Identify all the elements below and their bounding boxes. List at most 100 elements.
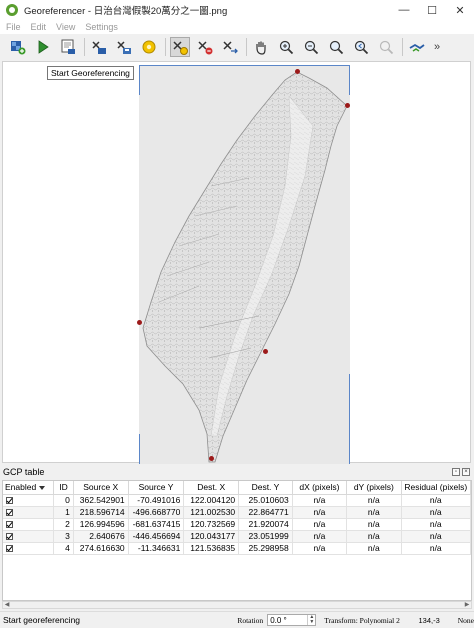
column-header-id[interactable]: ID [53, 481, 74, 495]
dest-y-cell[interactable]: 23.051999 [238, 530, 293, 543]
save-gcp-points-button[interactable] [114, 37, 134, 57]
source-y-cell[interactable]: -496.668770 [128, 506, 185, 519]
enabled-cell[interactable] [3, 530, 55, 543]
add-point-button[interactable] [170, 37, 190, 57]
srs-label[interactable]: None [458, 616, 474, 625]
id-cell: 1 [53, 506, 74, 519]
table-row[interactable]: 0 362.542901 -70.491016 122.004120 25.01… [3, 494, 471, 507]
dest-x-cell[interactable]: 121.536835 [183, 542, 240, 555]
raster-map-image [139, 66, 350, 464]
gcp-point-1[interactable] [263, 349, 268, 354]
dest-y-cell[interactable]: 22.864771 [238, 506, 293, 519]
toolbar-separator [84, 38, 85, 56]
spin-arrows-icon[interactable]: ▲ ▼ [307, 615, 315, 625]
georeferencer-canvas[interactable] [2, 61, 471, 464]
dest-x-cell[interactable]: 120.043177 [183, 530, 240, 543]
status-bar: Start georeferencing Rotation 0.0 ° ▲ ▼ T… [0, 611, 474, 628]
column-header-source-y[interactable]: Source Y [128, 481, 185, 495]
gcp-point-4[interactable] [345, 103, 350, 108]
enabled-cell[interactable] [3, 518, 55, 531]
source-x-cell[interactable]: 362.542901 [73, 494, 129, 507]
menu-settings[interactable]: Settings [85, 22, 118, 32]
enabled-checkbox[interactable] [6, 545, 13, 553]
link-georeferencer-button[interactable] [407, 37, 427, 57]
column-header-dy[interactable]: dY (pixels) [346, 481, 402, 495]
source-x-cell[interactable]: 218.596714 [73, 506, 129, 519]
zoom-in-button[interactable] [276, 37, 296, 57]
rotation-spinbox[interactable]: 0.0 ° ▲ ▼ [267, 614, 317, 626]
source-x-cell[interactable]: 126.994596 [73, 518, 129, 531]
dest-y-cell[interactable]: 25.298958 [238, 542, 293, 555]
zoom-last-button[interactable] [351, 37, 371, 57]
column-header-enabled[interactable]: Enabled [3, 481, 55, 495]
dest-y-cell[interactable]: 21.920074 [238, 518, 293, 531]
sort-down-icon [39, 486, 46, 490]
zoom-next-button[interactable] [376, 37, 396, 57]
gcp-table[interactable]: Enabled ID Source X Source Y Dest. X Des… [2, 480, 472, 601]
scroll-left-icon[interactable]: ◀ [3, 602, 11, 608]
start-georeferencing-icon [38, 40, 49, 54]
toolbar-overflow-icon[interactable]: » [434, 41, 440, 53]
dest-x-cell[interactable]: 120.732569 [183, 518, 240, 531]
start-georeferencing-button[interactable] [33, 37, 53, 57]
gcp-table-title: GCP table [3, 467, 45, 477]
enabled-checkbox[interactable] [6, 533, 13, 541]
gcp-point-3[interactable] [137, 320, 142, 325]
pan-button[interactable] [251, 37, 271, 57]
dest-y-cell[interactable]: 25.010603 [238, 494, 293, 507]
source-y-cell[interactable]: -681.637415 [128, 518, 185, 531]
enabled-cell[interactable] [3, 542, 55, 555]
gcp-point-0[interactable] [295, 69, 300, 74]
dx-cell: n/a [292, 494, 348, 507]
dest-x-cell[interactable]: 122.004120 [183, 494, 240, 507]
source-x-cell[interactable]: 2.640676 [73, 530, 129, 543]
zoom-to-layer-button[interactable] [326, 37, 346, 57]
table-row[interactable]: 2 126.994596 -681.637415 120.732569 21.9… [3, 518, 471, 531]
menu-edit[interactable]: Edit [31, 22, 47, 32]
source-y-cell[interactable]: -446.456694 [128, 530, 185, 543]
gcp-point-2[interactable] [209, 456, 214, 461]
column-header-dest-y[interactable]: Dest. Y [238, 481, 293, 495]
source-y-cell[interactable]: -11.346631 [128, 542, 185, 555]
menu-view[interactable]: View [56, 22, 75, 32]
move-gcp-point-button[interactable] [220, 37, 240, 57]
enabled-checkbox[interactable] [6, 509, 13, 517]
load-gcp-points-button[interactable] [89, 37, 109, 57]
enabled-checkbox[interactable] [6, 497, 13, 505]
delete-point-button[interactable] [195, 37, 215, 57]
toolbar: » [0, 34, 474, 60]
residual-cell: n/a [401, 530, 471, 543]
menu-file[interactable]: File [6, 22, 21, 32]
dest-x-cell[interactable]: 121.002530 [183, 506, 240, 519]
dy-cell: n/a [346, 542, 402, 555]
coordinates-readout: 134,-3 [418, 615, 440, 625]
zoom-out-button[interactable] [301, 37, 321, 57]
minimize-button[interactable]: — [390, 0, 418, 20]
table-row[interactable]: 1 218.596714 -496.668770 121.002530 22.8… [3, 506, 471, 519]
window-title: Georeferencer - 日治台灣假製20萬分之一圖.png [24, 6, 228, 17]
enabled-checkbox[interactable] [6, 521, 13, 529]
close-dock-button[interactable]: × [462, 468, 470, 476]
load-gcp-points-icon [92, 41, 106, 54]
column-header-residual[interactable]: Residual (pixels) [401, 481, 471, 495]
float-dock-button[interactable]: ▫ [452, 468, 460, 476]
column-header-source-x[interactable]: Source X [73, 481, 129, 495]
zoom-out-icon [304, 40, 319, 55]
maximize-button[interactable]: ☐ [418, 0, 446, 20]
horizontal-scrollbar[interactable]: ◀ ▶ [2, 601, 472, 609]
source-x-cell[interactable]: 274.616630 [73, 542, 129, 555]
scroll-right-icon[interactable]: ▶ [463, 602, 471, 608]
transformation-settings-button[interactable] [139, 37, 159, 57]
toolbar-separator [246, 38, 247, 56]
generate-gdal-script-button[interactable] [58, 37, 78, 57]
close-button[interactable]: ✕ [446, 0, 474, 20]
table-row[interactable]: 4 274.616630 -11.346631 121.536835 25.29… [3, 542, 471, 555]
add-raster-button[interactable] [8, 37, 28, 57]
source-y-cell[interactable]: -70.491016 [128, 494, 185, 507]
table-row[interactable]: 3 2.640676 -446.456694 120.043177 23.051… [3, 530, 471, 543]
raster-frame-left [139, 65, 140, 95]
enabled-cell[interactable] [3, 494, 55, 507]
column-header-dx[interactable]: dX (pixels) [292, 481, 348, 495]
column-header-dest-x[interactable]: Dest. X [183, 481, 240, 495]
enabled-cell[interactable] [3, 506, 55, 519]
